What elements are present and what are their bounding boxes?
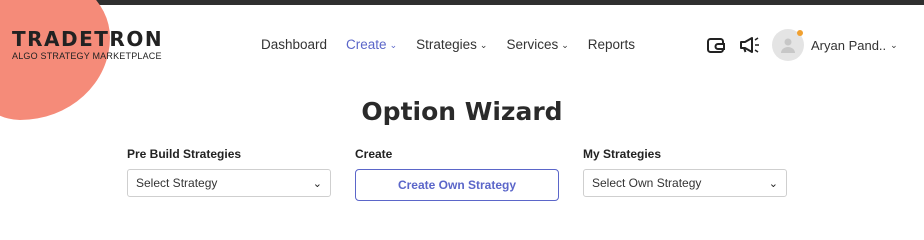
status-dot: [797, 30, 803, 36]
create-own-strategy-button[interactable]: Create Own Strategy: [355, 169, 559, 201]
nav-create[interactable]: Create ⌄: [346, 37, 397, 52]
nav-reports-label: Reports: [587, 37, 636, 52]
nav-dashboard-label: Dashboard: [261, 37, 328, 52]
my-strategies-section: My Strategies Select Own Strategy ⌄: [583, 147, 787, 197]
main-nav: Dashboard Create ⌄ Strategies ⌄ Services…: [261, 37, 654, 52]
nav-dashboard[interactable]: Dashboard: [261, 37, 327, 52]
user-name: Aryan Pand..: [811, 37, 887, 53]
my-strategies-label: My Strategies: [583, 147, 662, 161]
brand-subtitle: ALGO STRATEGY MARKETPLACE: [12, 51, 162, 61]
my-strategy-select[interactable]: Select Own Strategy ⌄: [583, 169, 787, 197]
chevron-down-icon: ⌄: [768, 177, 778, 190]
prebuild-strategy-select[interactable]: Select Strategy ⌄: [127, 169, 331, 197]
nav-strategies[interactable]: Strategies ⌄: [416, 37, 487, 52]
chevron-down-icon: ⌄: [561, 39, 569, 50]
user-menu[interactable]: Aryan Pand.. ⌄: [772, 29, 898, 61]
top-bar: [0, 0, 924, 5]
megaphone-icon[interactable]: [738, 33, 762, 57]
chevron-down-icon: ⌄: [890, 39, 898, 50]
avatar: [772, 29, 804, 61]
nav-strategies-label: Strategies: [416, 37, 477, 52]
nav-services-label: Services: [506, 37, 559, 52]
chevron-down-icon: ⌄: [312, 177, 322, 190]
nav-create-label: Create: [346, 37, 387, 52]
nav-reports[interactable]: Reports: [588, 37, 635, 52]
brand-title: TRADETRON: [12, 27, 164, 51]
brand-logo[interactable]: TRADETRON ALGO STRATEGY MARKETPLACE: [12, 29, 163, 61]
chevron-down-icon: ⌄: [479, 39, 488, 50]
my-strategy-select-value: Select Own Strategy: [592, 176, 702, 190]
page-title: Option Wizard: [361, 97, 563, 126]
header-icons: [704, 33, 772, 57]
nav-services[interactable]: Services ⌄: [506, 37, 568, 52]
create-section: Create Create Own Strategy: [355, 147, 559, 201]
prebuild-section: Pre Build Strategies Select Strategy ⌄: [127, 147, 331, 197]
prebuild-label: Pre Build Strategies: [127, 147, 242, 161]
wallet-icon[interactable]: [704, 33, 728, 57]
chevron-down-icon: ⌄: [389, 39, 398, 50]
prebuild-select-value: Select Strategy: [136, 176, 218, 190]
user-icon: [781, 38, 795, 53]
create-label: Create: [355, 147, 393, 161]
